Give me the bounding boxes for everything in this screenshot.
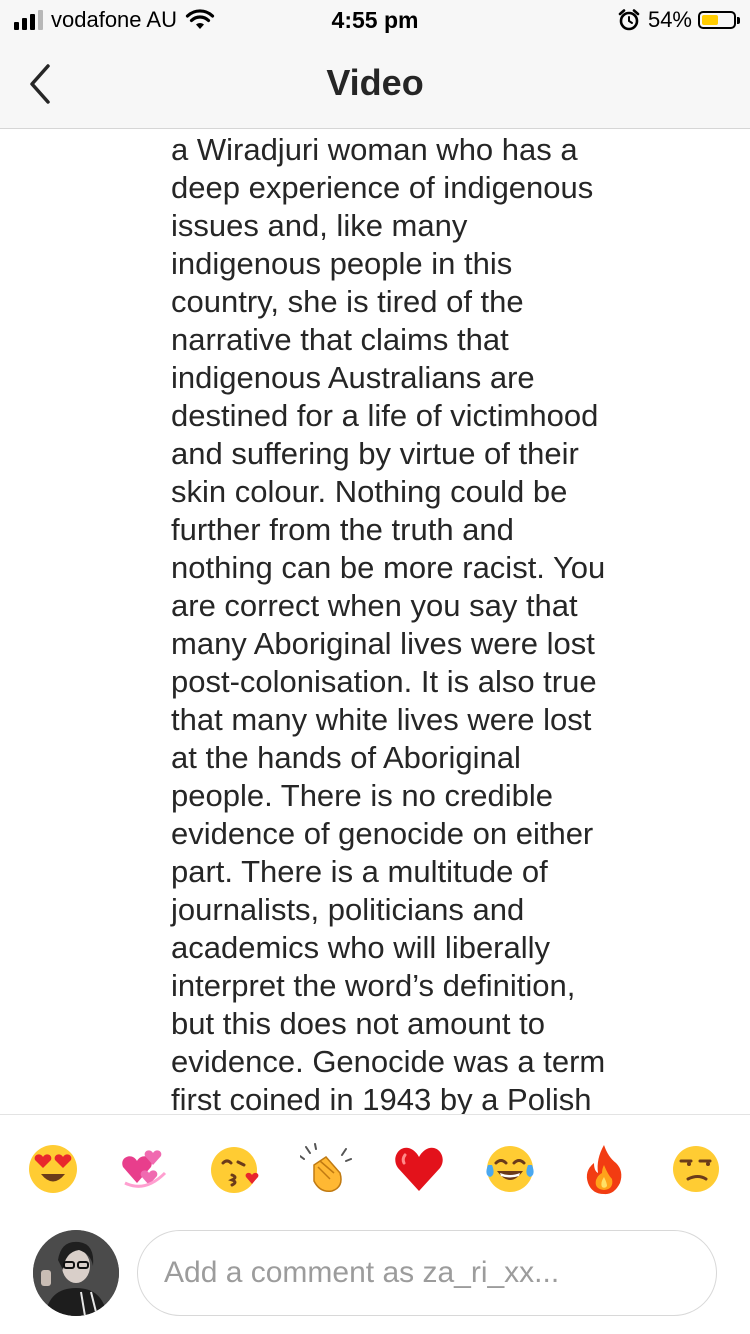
avatar-photo	[33, 1230, 119, 1316]
caption-line: and suffering by virtue of their	[171, 436, 579, 471]
heart-eyes-emoji[interactable]	[27, 1143, 79, 1195]
caption-line: part. There is a multitude of	[171, 854, 548, 889]
caption-line: destined for a life of victimhood	[171, 398, 599, 433]
caption-line: further from the truth and	[171, 512, 514, 547]
page-title: Video	[326, 62, 424, 103]
alarm-icon	[618, 9, 640, 31]
battery-percent: 54%	[647, 7, 692, 32]
caption-line: indigenous people in this	[171, 246, 513, 281]
caption-line: indigenous Australians are	[171, 360, 535, 395]
battery-icon	[698, 11, 740, 29]
caption-line: deep experience of indigenous	[171, 170, 594, 205]
caption-line: narrative that claims that	[171, 322, 509, 357]
red-heart-emoji[interactable]	[393, 1143, 445, 1195]
caption-line: but this does not amount to	[171, 1006, 545, 1041]
status-bar: vodafone AU 4:55 pm 54%	[0, 0, 750, 40]
caption-line: at the hands of Aboriginal	[171, 740, 521, 775]
emoji-reaction-bar	[0, 1114, 750, 1221]
caption-line: evidence of genocide on either	[171, 816, 594, 851]
caption-text: a Wiradjuri woman who has a deep experien…	[171, 131, 641, 1114]
caption-line: people. There is no credible	[171, 778, 554, 813]
caption-line: interpret the word’s definition,	[171, 968, 576, 1003]
caption-line: first coined in 1943 by a Polish	[171, 1082, 592, 1114]
caption-scroll-area[interactable]: a Wiradjuri woman who has a deep experien…	[0, 129, 750, 1114]
comment-input[interactable]: Add a comment as za_ri_xx...	[137, 1230, 717, 1316]
caption-line: post-colonisation. It is also true	[171, 664, 597, 699]
comment-row: Add a comment as za_ri_xx...	[0, 1220, 750, 1334]
tears-of-joy-emoji[interactable]	[484, 1143, 536, 1195]
caption-line: many Aboriginal lives were lost	[171, 626, 595, 661]
caption-line: academics who will liberally	[171, 930, 551, 965]
nav-bar: Video	[0, 40, 750, 129]
caption-line: evidence. Genocide was a term	[171, 1044, 606, 1079]
caption-line: are correct when you say that	[171, 588, 578, 623]
clapping-hands-emoji[interactable]	[300, 1143, 352, 1195]
status-right: 54%	[618, 7, 740, 33]
caption-line: that many white lives were lost	[171, 702, 592, 737]
fire-emoji[interactable]	[578, 1143, 630, 1195]
caption-line: journalists, politicians and	[171, 892, 525, 927]
user-avatar[interactable]	[33, 1230, 119, 1316]
battery-fill	[702, 15, 718, 25]
caption-line: nothing can be more racist. You	[171, 550, 606, 585]
caption-line: issues and, like many	[171, 208, 468, 243]
kissing-heart-emoji[interactable]	[210, 1143, 262, 1195]
caption-line: a Wiradjuri woman who has a	[171, 132, 578, 167]
caption-line: country, she is tired of the	[171, 284, 524, 319]
revolving-hearts-emoji[interactable]	[119, 1143, 171, 1195]
caption-line: skin colour. Nothing could be	[171, 474, 568, 509]
unamused-emoji[interactable]	[670, 1143, 722, 1195]
